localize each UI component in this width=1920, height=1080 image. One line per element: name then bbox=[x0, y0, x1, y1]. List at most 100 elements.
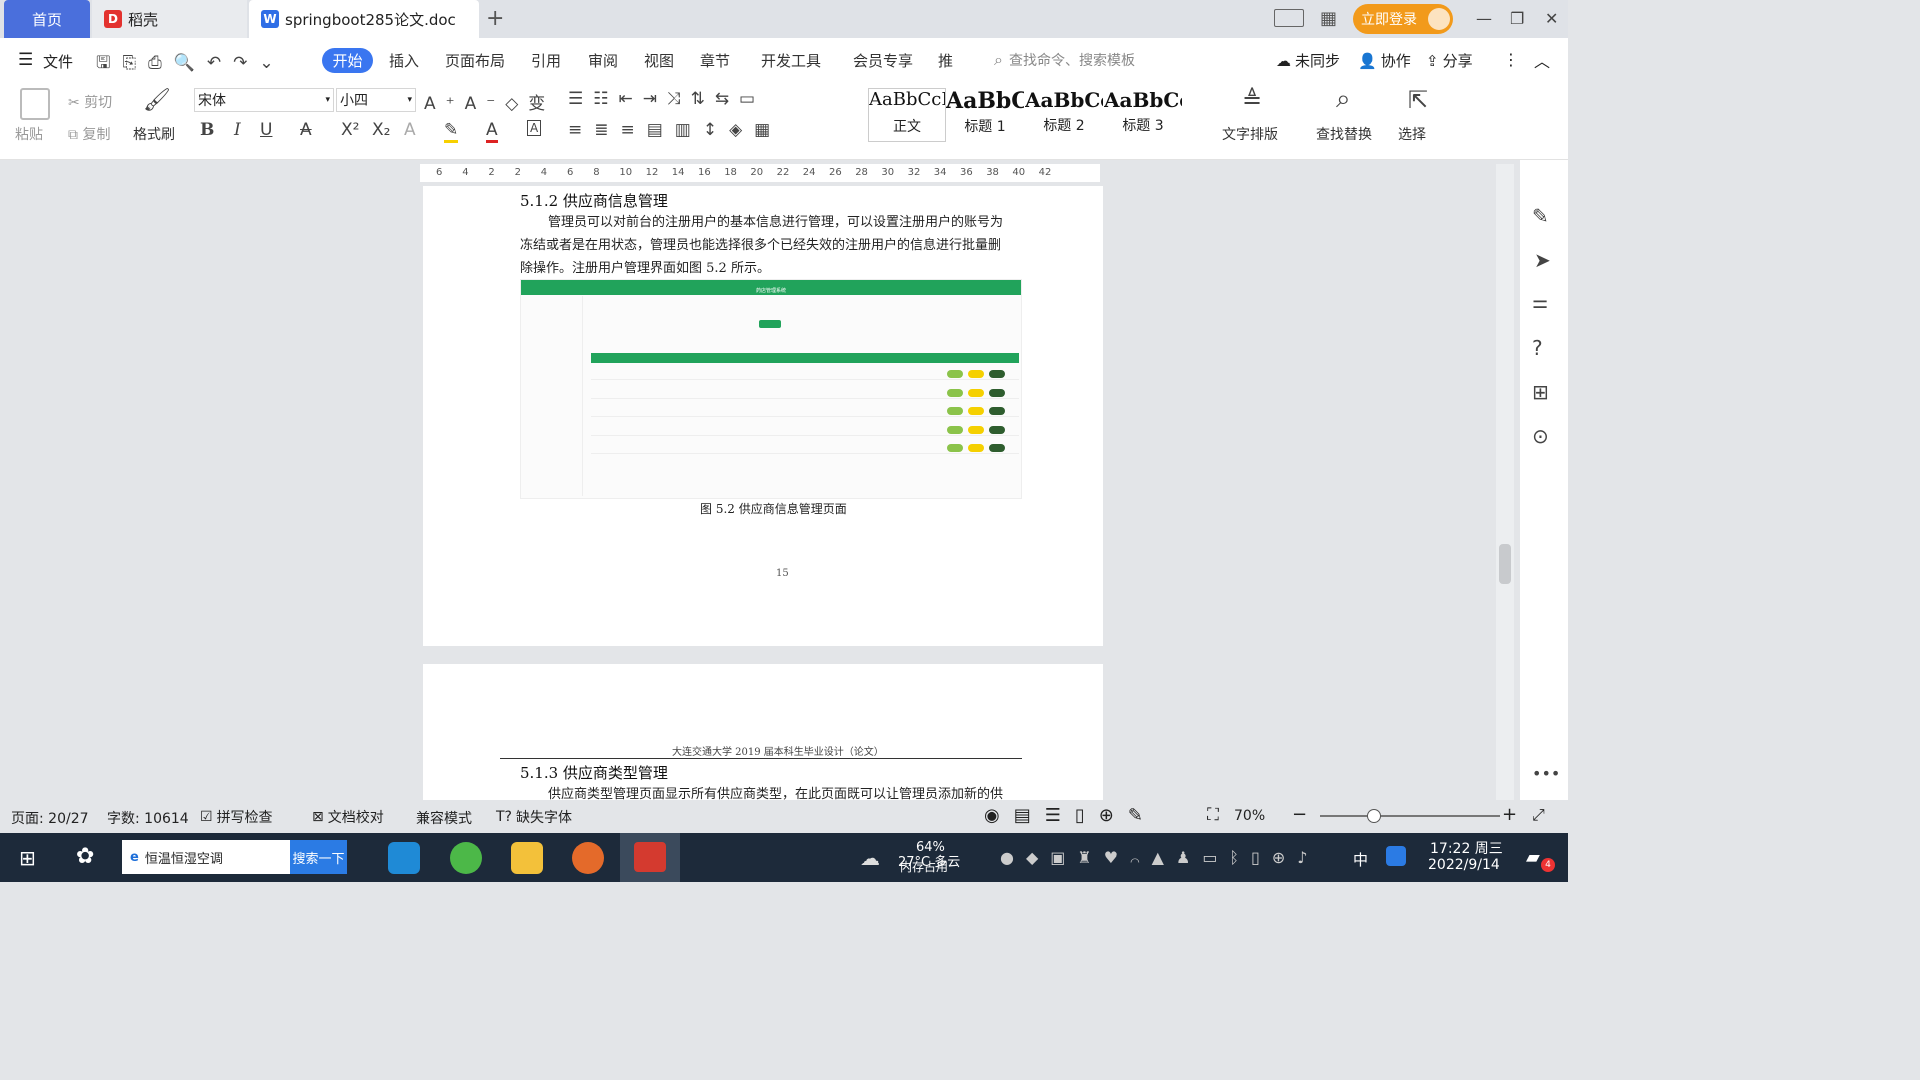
bold-icon[interactable]: B bbox=[200, 120, 214, 140]
help-icon[interactable]: ? bbox=[1532, 336, 1543, 360]
style-normal[interactable]: AaBbCcI 正文 bbox=[868, 88, 946, 142]
cut-button[interactable]: ✂ 剪切 bbox=[68, 92, 112, 112]
subscript-icon[interactable]: X₂ bbox=[372, 120, 390, 140]
select-cursor-icon[interactable]: ⇱ bbox=[1408, 86, 1428, 114]
font-grow-shrink-icons[interactable]: A⁺A⁻◇变 bbox=[424, 89, 555, 114]
login-button[interactable]: 立即登录 bbox=[1353, 4, 1453, 34]
apps-grid-icon[interactable]: ▦ bbox=[1320, 8, 1337, 29]
zoom-slider-handle[interactable] bbox=[1367, 809, 1381, 823]
find-replace-icon[interactable]: ⌕ bbox=[1336, 84, 1351, 115]
translate-icon[interactable]: ⊞ bbox=[1532, 380, 1549, 404]
clock-date[interactable]: 2022/9/14 bbox=[1428, 857, 1500, 873]
style-heading2[interactable]: AaBbCc 标题 2 bbox=[1025, 88, 1103, 142]
menu-start[interactable]: 开始 bbox=[322, 48, 373, 73]
file-explorer-icon[interactable] bbox=[511, 842, 543, 874]
menu-review[interactable]: 审阅 bbox=[588, 50, 618, 71]
char-border-icon[interactable]: A bbox=[527, 120, 542, 136]
font-select[interactable]: 宋体 ▾ bbox=[194, 88, 334, 112]
fit-page-icon[interactable]: ⛶ bbox=[1207, 805, 1219, 825]
menu-page-layout[interactable]: 页面布局 bbox=[445, 50, 505, 71]
text-layout-button[interactable]: 文字排版 bbox=[1222, 124, 1278, 144]
superscript-icon[interactable]: X² bbox=[341, 120, 359, 140]
tray-icons[interactable]: ●◆▣♜♥⌒▲♟▭ᛒ▯⊕♪ bbox=[1000, 848, 1319, 867]
paste-icon[interactable] bbox=[20, 88, 50, 120]
proofread[interactable]: ⊠ 文档校对 bbox=[312, 807, 384, 827]
strikethrough-icon[interactable]: A bbox=[300, 120, 312, 140]
notification-icon[interactable]: ▰ bbox=[1526, 847, 1540, 868]
menu-insert[interactable]: 插入 bbox=[389, 50, 419, 71]
taskbar-search-button[interactable]: 搜索一下 bbox=[290, 840, 347, 874]
tab-document[interactable]: W springboot285论文.doc bbox=[249, 0, 479, 38]
restore-icon[interactable]: ❐ bbox=[1510, 9, 1524, 28]
layout-icon[interactable] bbox=[1274, 9, 1304, 27]
pen-icon[interactable]: ✎ bbox=[1532, 204, 1549, 228]
page-indicator[interactable]: 页面: 20/27 bbox=[11, 808, 89, 828]
menu-dev-tools[interactable]: 开发工具 bbox=[761, 50, 821, 71]
360-browser-icon[interactable] bbox=[450, 842, 482, 874]
ime-indicator[interactable]: 中 bbox=[1353, 849, 1368, 870]
format-painter-button[interactable]: 格式刷 bbox=[133, 124, 175, 144]
format-painter-icon[interactable]: 🖌 bbox=[143, 88, 171, 113]
find-replace-button[interactable]: 查找替换 bbox=[1316, 124, 1372, 144]
underline-icon[interactable]: U bbox=[260, 120, 272, 140]
scrollbar-thumb[interactable] bbox=[1499, 544, 1511, 584]
zoom-slider[interactable] bbox=[1320, 809, 1500, 823]
collab-button[interactable]: 👤 协作 bbox=[1358, 50, 1411, 71]
view-mode-icons[interactable]: ◉▤☰▯⊕✎ bbox=[984, 805, 1157, 826]
menu-chapter[interactable]: 章节 bbox=[700, 50, 730, 71]
zoom-in-icon[interactable]: + bbox=[1502, 804, 1517, 825]
cursor-icon[interactable]: ➤ bbox=[1534, 248, 1551, 272]
embedded-row-button bbox=[989, 444, 1005, 452]
windows-start-icon[interactable]: ⊞ bbox=[19, 846, 36, 870]
menu-view[interactable]: 视图 bbox=[644, 50, 674, 71]
taskbar-search-field[interactable]: e 恒温恒湿空调 bbox=[122, 840, 292, 874]
tab-daoke[interactable]: D 稻壳 bbox=[92, 0, 247, 38]
quick-access-icons[interactable]: 🖫⎘⎙🔍↶↷⌄ bbox=[96, 50, 286, 79]
new-tab-button[interactable]: + bbox=[486, 6, 504, 31]
hamburger-icon[interactable]: ☰ bbox=[18, 50, 33, 70]
word-count[interactable]: 字数: 10614 bbox=[107, 808, 189, 828]
paste-button[interactable]: 粘贴 bbox=[15, 124, 43, 144]
menu-references[interactable]: 引用 bbox=[531, 50, 561, 71]
list-indent-icons[interactable]: ☰☷⇤⇥⤨⇅⇆▭ bbox=[568, 89, 765, 109]
close-icon[interactable]: ✕ bbox=[1545, 9, 1558, 28]
vertical-scrollbar[interactable] bbox=[1496, 164, 1514, 800]
app-icon[interactable] bbox=[572, 842, 604, 874]
copy-button[interactable]: ⧉ 复制 bbox=[68, 124, 110, 144]
missing-font[interactable]: T? 缺失字体 bbox=[496, 807, 572, 827]
clock-time[interactable]: 17:22 周三 bbox=[1430, 838, 1503, 858]
menu-file[interactable]: 文件 bbox=[43, 51, 73, 72]
command-search[interactable]: ⌕ 查找命令、搜索模板 bbox=[994, 50, 1135, 70]
zoom-level[interactable]: 70% bbox=[1234, 808, 1265, 824]
more-options-icon[interactable]: ⋮ bbox=[1503, 50, 1519, 69]
collapse-ribbon-icon[interactable]: ︿ bbox=[1534, 48, 1550, 72]
text-layout-icon[interactable]: ≜ bbox=[1242, 86, 1262, 114]
menu-member[interactable]: 会员专享 bbox=[853, 50, 913, 71]
tab-home[interactable]: 首页 bbox=[4, 0, 90, 38]
share-button[interactable]: ⇪ 分享 bbox=[1426, 50, 1473, 71]
ruler[interactable]: 6 4 2 2 4 6 8 10 12 14 16 18 20 22 24 26 28 30 32 34 36 38 40 4… bbox=[420, 164, 1100, 182]
more-icon[interactable]: ••• bbox=[1532, 764, 1560, 783]
font-size-select[interactable]: 小四 ▾ bbox=[336, 88, 416, 112]
select-button[interactable]: 选择 bbox=[1398, 124, 1426, 144]
style-heading3[interactable]: AaBbCc 标题 3 bbox=[1104, 88, 1182, 142]
spell-check[interactable]: ☑ 拼写检查 bbox=[200, 807, 273, 827]
menu-more[interactable]: 推 bbox=[938, 50, 953, 71]
ie-browser-icon[interactable] bbox=[388, 842, 420, 874]
font-color-icon[interactable]: A bbox=[486, 120, 498, 143]
align-icons[interactable]: ≡≣≡▤▥↕◈▦ bbox=[568, 120, 782, 140]
highlight-icon[interactable]: ✎ bbox=[444, 120, 459, 143]
sliders-icon[interactable]: ⚌ bbox=[1532, 292, 1548, 313]
fullscreen-icon[interactable]: ⤢ bbox=[1532, 805, 1545, 825]
scissors-icon: ✂ bbox=[68, 95, 85, 111]
qq-tray-icon[interactable] bbox=[1386, 846, 1406, 866]
app-launcher-icon[interactable]: ✿ bbox=[76, 844, 94, 869]
wps-taskbar-item[interactable] bbox=[620, 833, 680, 882]
location-icon[interactable]: ⊙ bbox=[1532, 424, 1549, 448]
sync-button[interactable]: ☁ 未同步 bbox=[1276, 50, 1340, 71]
minimize-icon[interactable]: — bbox=[1476, 9, 1492, 28]
italic-icon[interactable]: I bbox=[234, 120, 241, 140]
text-effect-icon[interactable]: A bbox=[404, 120, 416, 140]
style-heading1[interactable]: AaBbC 标题 1 bbox=[946, 88, 1024, 142]
zoom-out-icon[interactable]: − bbox=[1292, 804, 1307, 825]
